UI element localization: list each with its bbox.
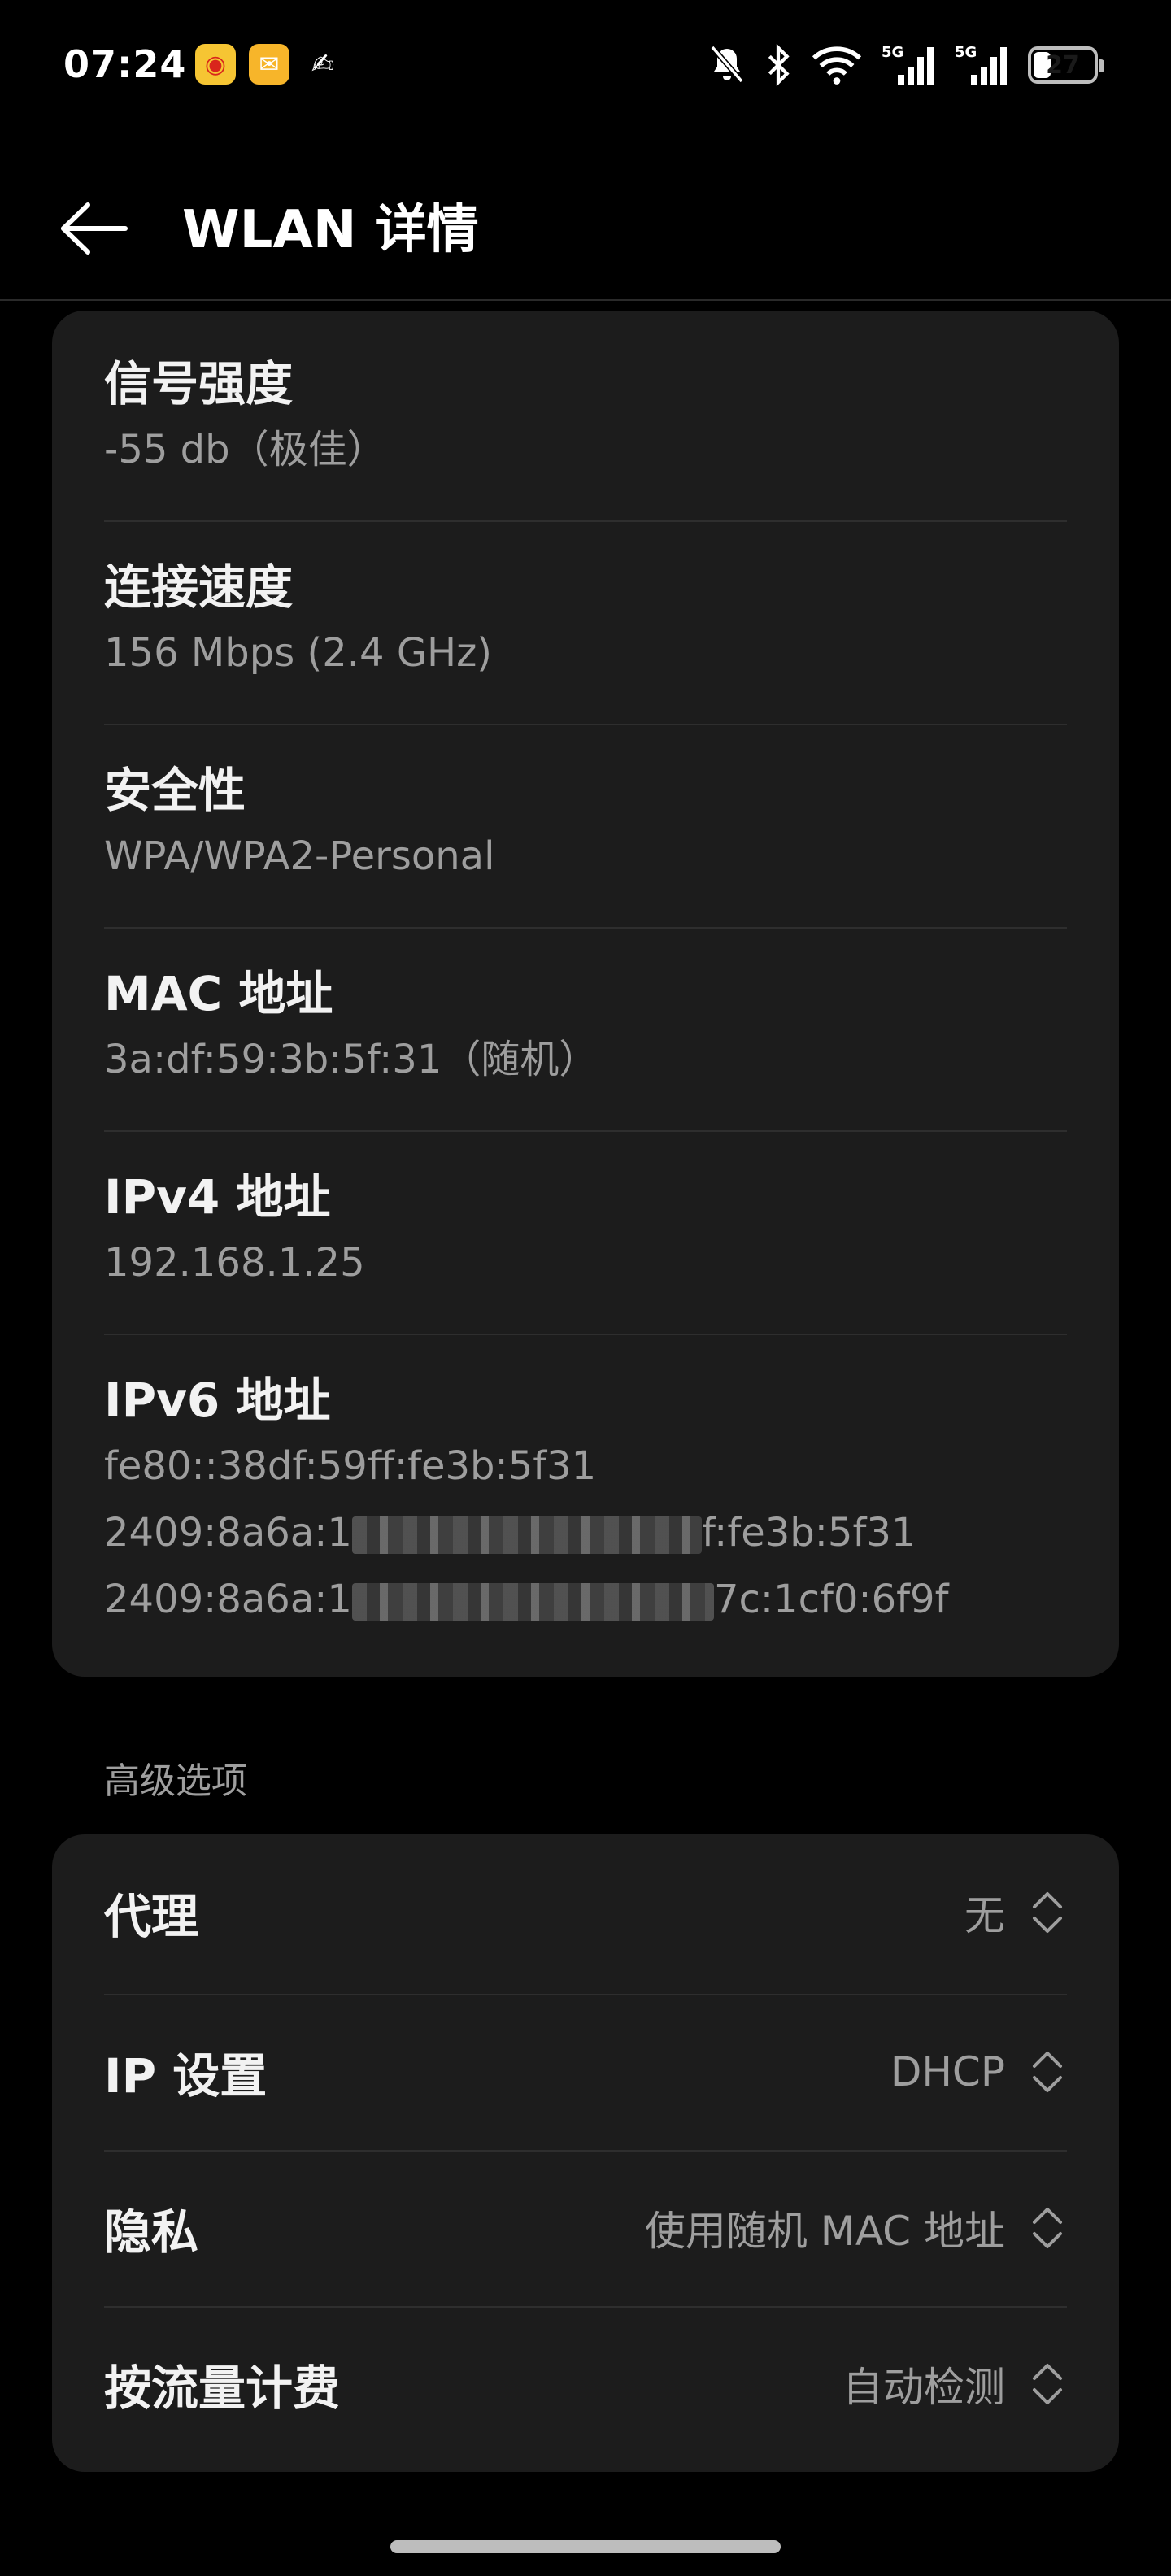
divider (104, 1130, 1067, 1132)
divider (104, 724, 1067, 725)
chevron-up-down-icon (1028, 2357, 1067, 2411)
adv-value: 无 (964, 1892, 1005, 1939)
header-divider (0, 299, 1171, 301)
details-card: 信号强度 -55 db（极佳） 连接速度 156 Mbps (2.4 GHz) … (52, 311, 1119, 1677)
redacted-blur (351, 1516, 702, 1554)
adv-row-privacy[interactable]: 隐私 使用随机 MAC 地址 (104, 2150, 1067, 2306)
adv-selector[interactable]: 使用随机 MAC 地址 (645, 2199, 1067, 2257)
arrow-left-icon (61, 202, 128, 255)
adv-label: 按流量计费 (104, 2361, 341, 2416)
detail-mac-address: MAC 地址 3a:df:59:3b:5f:31（随机） (104, 961, 1067, 1093)
detail-ipv6-address: IPv6 地址 fe80::38df:59ff:fe3b:5f31 2409:8… (104, 1368, 1067, 1633)
status-icons: 5G 5G 27 (707, 41, 1104, 89)
ipv6-prefix: 2409:8a6a:1 (104, 1510, 352, 1556)
detail-label: MAC 地址 (104, 966, 333, 1021)
adv-value: 使用随机 MAC 地址 (644, 2208, 1005, 2255)
chevron-up-down-icon (1028, 2201, 1067, 2255)
chevron-up-down-icon (1028, 2045, 1067, 2099)
divider (104, 927, 1067, 929)
detail-ipv4-address: IPv4 地址 192.168.1.25 (104, 1164, 1067, 1296)
detail-label: 连接速度 (104, 559, 294, 615)
detail-label: IPv4 地址 (104, 1169, 331, 1225)
bell-muted-icon (707, 42, 747, 88)
ipv6-line: 2409:8a6a:1 7c:1cf0:6f9f (104, 1566, 1067, 1633)
detail-label: 信号强度 (104, 356, 294, 411)
signal-5g-icon: 5G (955, 42, 1010, 88)
wlan-details-screen: 07:24 ◉ ✉ ✍ 5G 5G 27 WLAN 详情 信号强度 -55 db… (0, 0, 1171, 2576)
battery-level: 27 (1046, 50, 1080, 80)
advanced-options-card: 代理 无 IP 设置 DHCP 隐私 使用随机 MAC 地址 按流量计费 自动检… (52, 1834, 1119, 2472)
status-time: 07:24 (63, 42, 187, 86)
ipv6-suffix: f:fe3b:5f31 (701, 1510, 916, 1556)
detail-link-speed: 连接速度 156 Mbps (2.4 GHz) (104, 555, 1067, 686)
signal-5g-label: 5G (955, 44, 977, 61)
chevron-up-down-icon (1028, 1886, 1067, 1939)
detail-label: IPv6 地址 (104, 1373, 331, 1428)
battery-icon: 27 (1028, 46, 1104, 84)
detail-security: 安全性 WPA/WPA2-Personal (104, 758, 1067, 890)
pen-app-icon: ✍ (311, 48, 335, 80)
wifi-icon (810, 42, 864, 88)
adv-row-metered[interactable]: 按流量计费 自动检测 (104, 2306, 1067, 2462)
home-indicator[interactable] (390, 2540, 781, 2553)
adv-value: DHCP (890, 2048, 1005, 2095)
weibo-app-icon: ◉ (195, 44, 236, 85)
adv-selector[interactable]: 无 (964, 1883, 1067, 1942)
detail-value: 192.168.1.25 (104, 1240, 365, 1286)
signal-5g-icon: 5G (882, 42, 937, 88)
adv-label: 隐私 (104, 2204, 199, 2260)
redacted-blur (351, 1583, 714, 1621)
header: WLAN 详情 (0, 163, 1171, 299)
adv-row-proxy[interactable]: 代理 无 (104, 1834, 1067, 1991)
ipv6-line: fe80::38df:59ff:fe3b:5f31 (104, 1443, 597, 1489)
status-bar: 07:24 ◉ ✉ ✍ 5G 5G 27 (0, 0, 1171, 130)
adv-label: 代理 (104, 1889, 199, 1944)
divider (104, 1334, 1067, 1335)
ipv6-suffix: 7c:1cf0:6f9f (713, 1577, 949, 1622)
mail-app-icon: ✉ (249, 44, 289, 85)
adv-label: IP 设置 (104, 2048, 268, 2104)
detail-signal-strength: 信号强度 -55 db（极佳） (104, 351, 1067, 483)
section-label-advanced: 高级选项 (104, 1760, 247, 1802)
adv-value: 自动检测 (842, 2364, 1005, 2411)
adv-selector[interactable]: DHCP (890, 2045, 1067, 2099)
signal-5g-label: 5G (882, 44, 903, 61)
ipv6-line: 2409:8a6a:1 f:fe3b:5f31 (104, 1499, 1067, 1566)
detail-value: -55 db（极佳） (104, 427, 386, 472)
back-button[interactable] (49, 184, 138, 273)
bluetooth-icon (764, 42, 792, 88)
divider (104, 520, 1067, 522)
page-title: WLAN 详情 (182, 200, 479, 260)
adv-row-ip-settings[interactable]: IP 设置 DHCP (104, 1994, 1067, 2150)
detail-value: 3a:df:59:3b:5f:31（随机） (104, 1037, 599, 1082)
detail-label: 安全性 (104, 763, 246, 818)
adv-selector[interactable]: 自动检测 (842, 2355, 1067, 2413)
ipv6-prefix: 2409:8a6a:1 (104, 1577, 352, 1622)
detail-value: 156 Mbps (2.4 GHz) (104, 630, 493, 676)
detail-value: WPA/WPA2-Personal (104, 833, 495, 879)
